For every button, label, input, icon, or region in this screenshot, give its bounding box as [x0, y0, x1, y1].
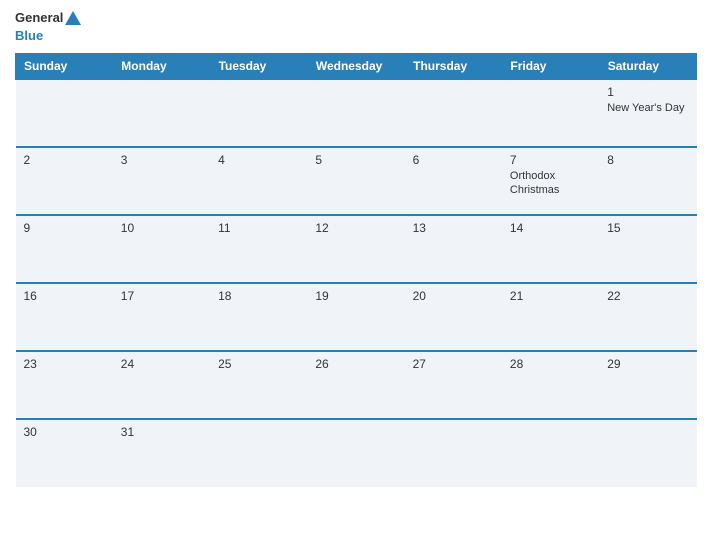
weekday-header-monday: Monday	[113, 53, 210, 79]
calendar-tbody: 1New Year's Day234567Orthodox Christmas8…	[16, 79, 697, 487]
week-row-1: 1 New Year's Day	[16, 79, 697, 147]
holiday-name: New Year's Day	[607, 101, 688, 115]
calendar-cell: 6	[405, 147, 502, 215]
weekday-header-tuesday: Tuesday	[210, 53, 307, 79]
day-number: 29	[607, 357, 688, 371]
day-number: 30	[24, 425, 105, 439]
calendar-cell	[599, 419, 696, 487]
week-row-4: 16 17 18 19 20 21 22	[16, 283, 697, 351]
calendar-header: General Blue	[15, 10, 697, 45]
day-number: 27	[413, 357, 494, 371]
day-number: 17	[121, 289, 202, 303]
day-number: 28	[510, 357, 591, 371]
week-row-6: 30 31	[16, 419, 697, 487]
calendar-cell	[502, 419, 599, 487]
day-number: 2	[24, 153, 105, 167]
day-number: 3	[121, 153, 202, 167]
week-row-3: 9 10 11 12 13 14 15	[16, 215, 697, 283]
calendar-cell: 28	[502, 351, 599, 419]
calendar-cell	[307, 419, 404, 487]
day-number: 31	[121, 425, 202, 439]
day-number: 13	[413, 221, 494, 235]
calendar-cell: 26	[307, 351, 404, 419]
calendar-wrapper: General Blue SundayMondayTuesdayWednesda…	[0, 0, 712, 550]
calendar-cell: 13	[405, 215, 502, 283]
calendar-table: SundayMondayTuesdayWednesdayThursdayFrid…	[15, 53, 697, 487]
week-row-2: 2 3 4 5 6 7 Orthodox Christmas 8	[16, 147, 697, 215]
day-number: 21	[510, 289, 591, 303]
calendar-cell	[16, 79, 113, 147]
weekday-header-saturday: Saturday	[599, 53, 696, 79]
day-number: 12	[315, 221, 396, 235]
calendar-cell: 24	[113, 351, 210, 419]
logo-general-text: General	[15, 10, 63, 26]
day-number: 1	[607, 85, 688, 99]
weekday-header-row: SundayMondayTuesdayWednesdayThursdayFrid…	[16, 53, 697, 79]
day-number: 20	[413, 289, 494, 303]
calendar-cell	[502, 79, 599, 147]
calendar-cell: 5	[307, 147, 404, 215]
day-number: 26	[315, 357, 396, 371]
day-number: 16	[24, 289, 105, 303]
day-number: 10	[121, 221, 202, 235]
calendar-cell: 19	[307, 283, 404, 351]
week-row-5: 23 24 25 26 27 28 29	[16, 351, 697, 419]
calendar-cell: 20	[405, 283, 502, 351]
holiday-name: Orthodox Christmas	[510, 169, 591, 198]
calendar-thead: SundayMondayTuesdayWednesdayThursdayFrid…	[16, 53, 697, 79]
day-number: 11	[218, 221, 299, 235]
calendar-cell: 16	[16, 283, 113, 351]
calendar-cell: 31	[113, 419, 210, 487]
day-number: 9	[24, 221, 105, 235]
day-number: 8	[607, 153, 688, 167]
calendar-cell: 18	[210, 283, 307, 351]
calendar-cell: 25	[210, 351, 307, 419]
calendar-cell	[113, 79, 210, 147]
calendar-cell: 3	[113, 147, 210, 215]
weekday-header-thursday: Thursday	[405, 53, 502, 79]
weekday-header-friday: Friday	[502, 53, 599, 79]
day-number: 19	[315, 289, 396, 303]
calendar-cell: 23	[16, 351, 113, 419]
day-number: 15	[607, 221, 688, 235]
calendar-cell: 4	[210, 147, 307, 215]
logo-triangle-icon	[65, 11, 81, 25]
day-number: 18	[218, 289, 299, 303]
calendar-cell: 21	[502, 283, 599, 351]
calendar-cell	[210, 79, 307, 147]
calendar-cell: 17	[113, 283, 210, 351]
calendar-cell: 15	[599, 215, 696, 283]
calendar-cell: 30	[16, 419, 113, 487]
calendar-cell: 1 New Year's Day	[599, 79, 696, 147]
calendar-cell: 10	[113, 215, 210, 283]
day-number: 25	[218, 357, 299, 371]
day-number: 4	[218, 153, 299, 167]
day-number: 6	[413, 153, 494, 167]
calendar-cell: 7 Orthodox Christmas	[502, 147, 599, 215]
calendar-cell: 9	[16, 215, 113, 283]
day-number: 5	[315, 153, 396, 167]
day-number: 24	[121, 357, 202, 371]
logo: General Blue	[15, 10, 81, 45]
calendar-cell: 22	[599, 283, 696, 351]
logo-blue-text: Blue	[15, 28, 43, 43]
calendar-cell: 14	[502, 215, 599, 283]
day-number: 7	[510, 153, 591, 167]
day-number: 22	[607, 289, 688, 303]
weekday-header-sunday: Sunday	[16, 53, 113, 79]
calendar-cell	[405, 79, 502, 147]
day-number: 23	[24, 357, 105, 371]
day-number: 14	[510, 221, 591, 235]
calendar-cell: 2	[16, 147, 113, 215]
calendar-cell: 11	[210, 215, 307, 283]
calendar-cell	[210, 419, 307, 487]
calendar-cell: 27	[405, 351, 502, 419]
weekday-header-wednesday: Wednesday	[307, 53, 404, 79]
calendar-cell: 29	[599, 351, 696, 419]
calendar-cell: 8	[599, 147, 696, 215]
calendar-cell	[307, 79, 404, 147]
calendar-cell	[405, 419, 502, 487]
calendar-cell: 12	[307, 215, 404, 283]
